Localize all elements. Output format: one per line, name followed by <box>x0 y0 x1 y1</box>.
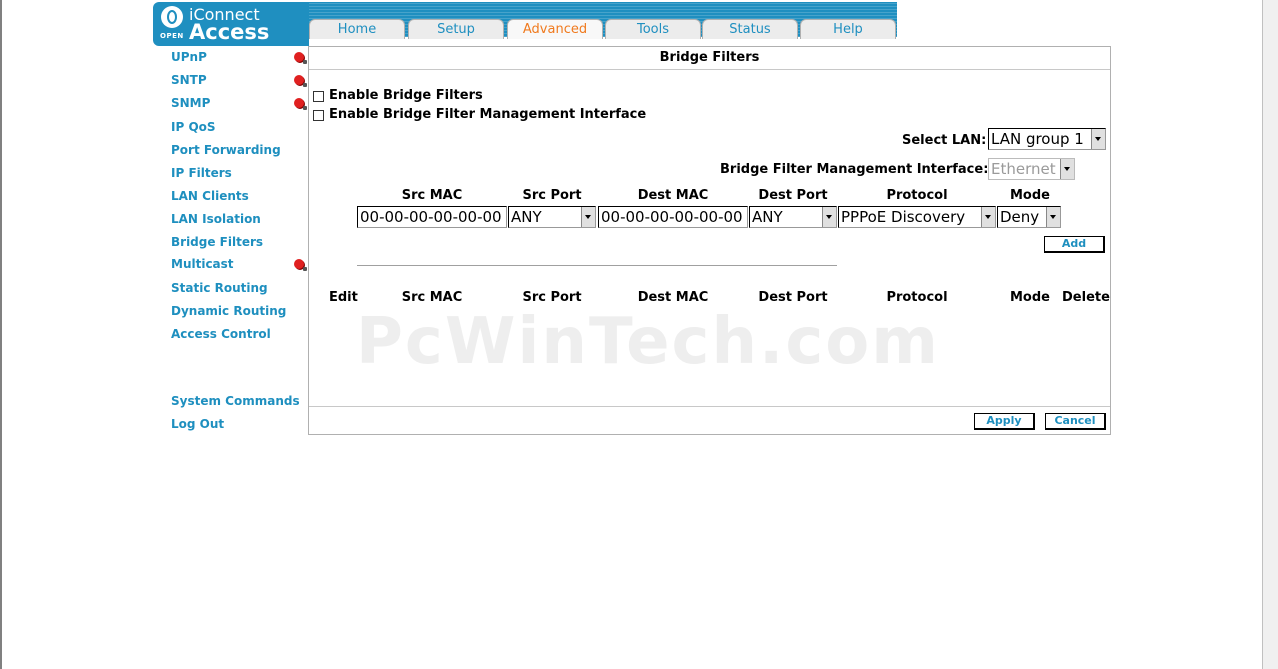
mgmt-interface-dropdown: Ethernet <box>988 158 1075 180</box>
src-port-select[interactable]: ANY <box>508 206 596 228</box>
chevron-down-icon <box>1060 159 1074 179</box>
vertical-scrollbar[interactable] <box>1262 0 1278 669</box>
logo-text-line2: Access <box>189 20 270 44</box>
header-dest-mac: Dest MAC <box>637 188 709 203</box>
chevron-down-icon <box>981 207 995 227</box>
enable-bridge-filters-checkbox[interactable] <box>313 91 324 102</box>
enable-mgmt-interface-checkbox[interactable] <box>313 110 324 121</box>
header-protocol: Protocol <box>886 188 948 203</box>
mgmt-interface-label: Bridge Filter Management Interface: <box>720 162 989 177</box>
logo: OPEN iConnect Access <box>153 2 309 46</box>
header-dest-port: Dest Port <box>758 188 828 203</box>
footer-divider <box>309 406 1110 407</box>
cancel-button[interactable]: Cancel <box>1045 413 1106 430</box>
logo-mark-icon <box>161 6 183 28</box>
tab-advanced[interactable]: Advanced <box>507 19 603 39</box>
apply-button[interactable]: Apply <box>974 413 1035 430</box>
protocol-value: PPPoE Discovery <box>841 208 966 226</box>
mgmt-interface-value: Ethernet <box>991 160 1056 178</box>
bridge-filters-panel: Bridge Filters PcWinTech.com Enable Brid… <box>308 46 1111 435</box>
window-left-border <box>0 0 2 669</box>
select-lan-value: LAN group 1 <box>991 130 1084 148</box>
chevron-down-icon <box>822 207 836 227</box>
table-header-dest-port: Dest Port <box>758 290 828 305</box>
tab-home[interactable]: Home <box>309 19 405 39</box>
sidebar-item-upnp[interactable]: UPnP <box>171 50 207 64</box>
logo-badge: OPEN <box>160 32 184 40</box>
chevron-down-icon <box>581 207 595 227</box>
chevron-down-icon <box>1091 129 1105 149</box>
table-header-delete: Delete <box>1062 290 1110 305</box>
table-header-src-port: Src Port <box>522 290 582 305</box>
protocol-select[interactable]: PPPoE Discovery <box>838 206 996 228</box>
header-src-port: Src Port <box>522 188 582 203</box>
enable-bridge-filters-label: Enable Bridge Filters <box>329 88 483 103</box>
sidebar-item-bridge-filters[interactable]: Bridge Filters <box>171 235 263 249</box>
tab-help[interactable]: Help <box>800 19 896 39</box>
mode-value: Deny <box>1000 208 1040 226</box>
select-lan-dropdown[interactable]: LAN group 1 <box>988 128 1106 150</box>
table-header-mode: Mode <box>1010 290 1050 305</box>
src-port-value: ANY <box>511 208 542 226</box>
sidebar-item-system-commands[interactable]: System Commands <box>171 394 300 408</box>
sidebar-item-ip-qos[interactable]: IP QoS <box>171 120 216 134</box>
sidebar-item-ip-filters[interactable]: IP Filters <box>171 166 232 180</box>
add-button[interactable]: Add <box>1044 236 1105 253</box>
panel-title: Bridge Filters <box>309 47 1110 70</box>
alert-icon <box>294 98 307 110</box>
divider <box>357 265 837 266</box>
header-mode: Mode <box>1010 188 1050 203</box>
sidebar-item-port-forwarding[interactable]: Port Forwarding <box>171 143 281 157</box>
sidebar-item-access-control[interactable]: Access Control <box>171 327 271 341</box>
table-header-src-mac: Src MAC <box>401 290 463 305</box>
src-mac-input[interactable]: 00-00-00-00-00-00 <box>357 206 507 228</box>
enable-mgmt-interface-label: Enable Bridge Filter Management Interfac… <box>329 107 647 122</box>
top-nav: Home Setup Advanced Tools Status Help <box>309 2 897 39</box>
alert-icon <box>294 52 307 64</box>
table-header-dest-mac: Dest MAC <box>637 290 709 305</box>
sidebar-item-snmp[interactable]: SNMP <box>171 96 210 110</box>
dest-port-value: ANY <box>752 208 783 226</box>
sidebar-item-lan-isolation[interactable]: LAN Isolation <box>171 212 261 226</box>
sidebar-item-sntp[interactable]: SNTP <box>171 73 207 87</box>
table-header-protocol: Protocol <box>886 290 948 305</box>
sidebar-item-lan-clients[interactable]: LAN Clients <box>171 189 249 203</box>
alert-icon <box>294 259 307 271</box>
dest-port-select[interactable]: ANY <box>749 206 837 228</box>
sidebar-item-static-routing[interactable]: Static Routing <box>171 281 268 295</box>
chevron-down-icon <box>1046 207 1060 227</box>
watermark: PcWinTech.com <box>356 305 940 379</box>
mode-select[interactable]: Deny <box>997 206 1061 228</box>
alert-icon <box>294 75 307 87</box>
sidebar-item-dynamic-routing[interactable]: Dynamic Routing <box>171 304 286 318</box>
select-lan-label: Select LAN: <box>902 133 987 148</box>
header-src-mac: Src MAC <box>401 188 463 203</box>
tab-setup[interactable]: Setup <box>408 19 504 39</box>
tab-tools[interactable]: Tools <box>605 19 701 39</box>
table-header-edit: Edit <box>329 290 358 305</box>
tab-status[interactable]: Status <box>702 19 798 39</box>
sidebar-item-log-out[interactable]: Log Out <box>171 417 224 431</box>
dest-mac-input[interactable]: 00-00-00-00-00-00 <box>598 206 748 228</box>
sidebar-item-multicast[interactable]: Multicast <box>171 257 234 271</box>
